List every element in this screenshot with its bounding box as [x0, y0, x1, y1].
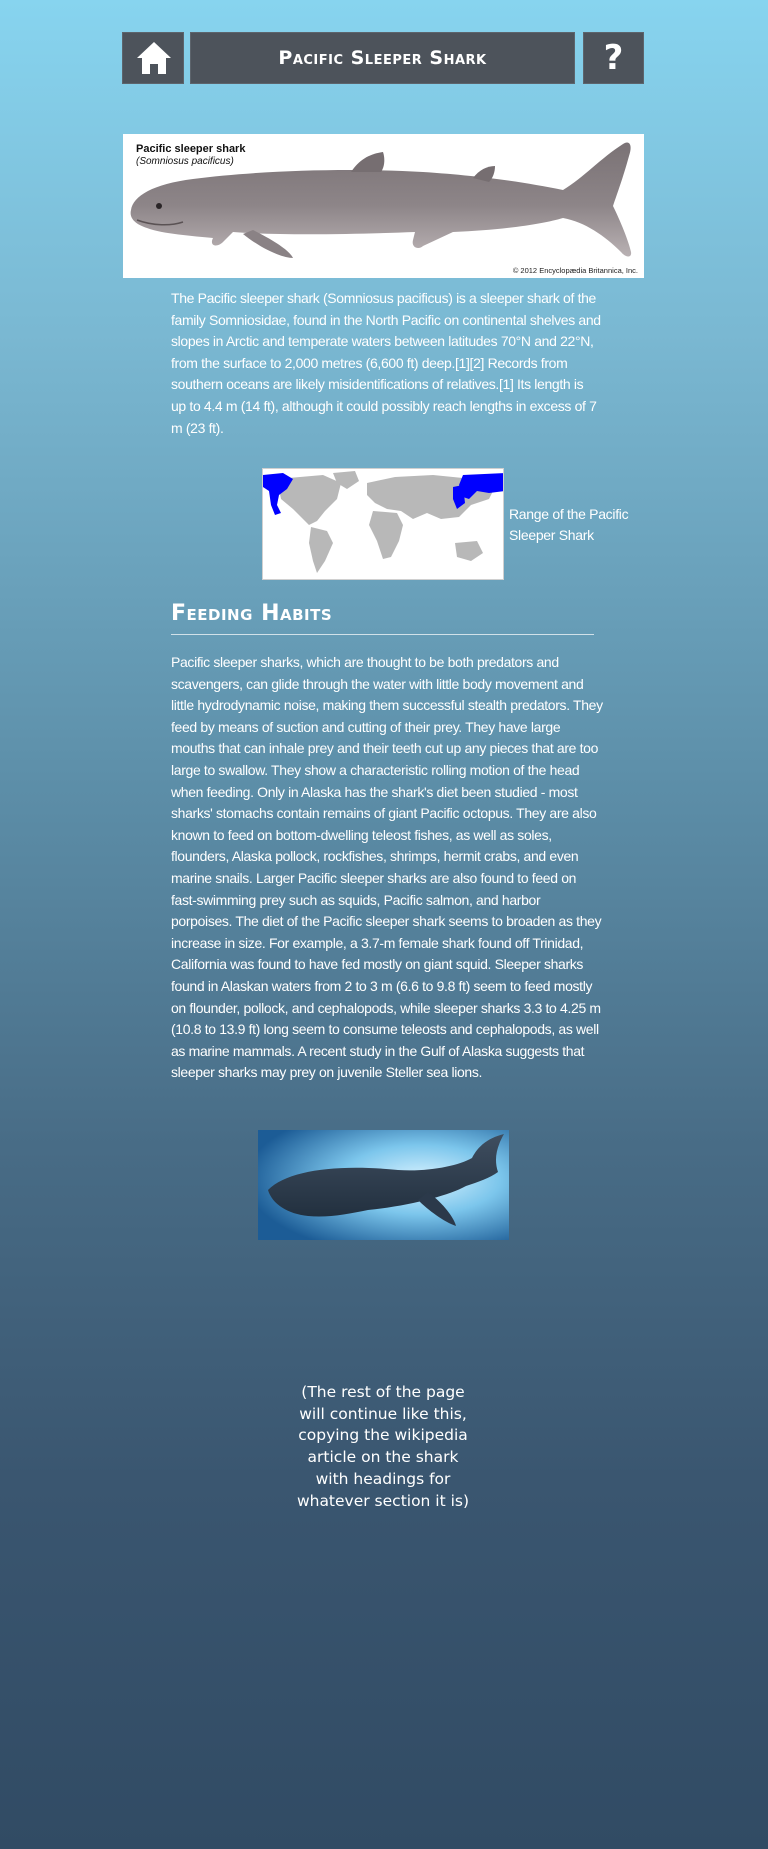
page-title: Pacific Sleeper Shark	[190, 32, 575, 84]
home-button[interactable]	[122, 32, 184, 84]
illustration-subtitle: (Somniosus pacificus)	[136, 156, 234, 167]
top-nav: Pacific Sleeper Shark ?	[0, 32, 768, 84]
feeding-paragraph: Pacific sleeper sharks, which are though…	[171, 654, 603, 1081]
feeding-habits-heading: Feeding Habits	[171, 601, 594, 635]
world-map	[263, 471, 503, 573]
illustration-credit: © 2012 Encyclopædia Britannica, Inc.	[512, 266, 638, 275]
underwater-shark-photo	[258, 1130, 509, 1240]
help-button[interactable]: ?	[583, 32, 644, 84]
shark-illustration: Pacific sleeper shark (Somniosus pacific…	[123, 134, 644, 278]
placeholder-note: (The rest of the page will continue like…	[296, 1383, 470, 1510]
shark-photo	[258, 1130, 509, 1240]
home-icon	[137, 42, 171, 74]
map-caption: Range of the Pacific Sleeper Shark	[509, 506, 629, 543]
intro-paragraph: The Pacific sleeper shark (Somniosus pac…	[171, 290, 601, 436]
range-map	[262, 468, 504, 580]
illustration-title: Pacific sleeper shark	[136, 143, 246, 155]
